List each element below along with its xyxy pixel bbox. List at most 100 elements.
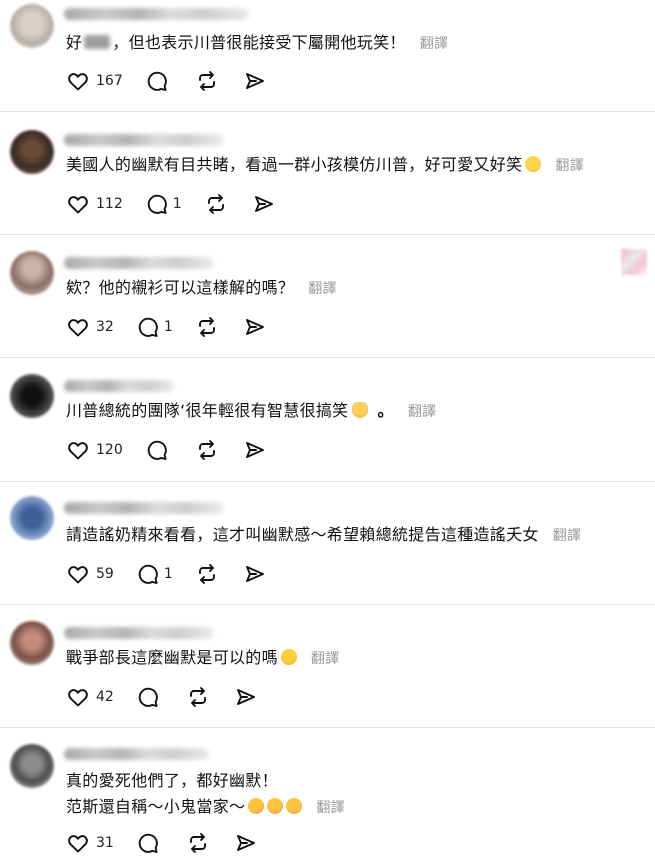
zany-face-emoji	[280, 649, 297, 665]
comment-actions: 31	[66, 830, 280, 856]
reply-icon	[138, 317, 158, 337]
reply-button[interactable]	[145, 438, 173, 462]
heart-icon	[68, 73, 88, 91]
repost-icon	[198, 71, 215, 91]
comment-item: 請造謠奶精來看看，這才叫幽默感～希望賴總統提告這種造謠夭女 翻譯 59 1	[0, 482, 655, 605]
comment-text-trail: 。	[377, 401, 394, 420]
comment-text-end: ，但也表示川普很能接受下屬開他玩笑！	[112, 33, 406, 52]
avatar[interactable]	[10, 621, 54, 665]
like-count: 112	[96, 196, 123, 212]
comment-text-body: 戰爭部長這麼幽默是可以的嗎	[66, 648, 278, 667]
repost-icon	[198, 440, 215, 460]
repost-button[interactable]	[204, 192, 228, 216]
send-icon	[245, 319, 264, 335]
avatar[interactable]	[10, 4, 54, 48]
comment-item: 真的愛死他們了，都好幽默！ 范斯還自稱～小鬼當家～ 翻譯 31	[0, 728, 655, 865]
share-button[interactable]	[243, 562, 267, 586]
send-icon	[245, 73, 264, 89]
username-blurred[interactable]	[64, 257, 214, 269]
username-blurred[interactable]	[64, 627, 214, 639]
repost-button[interactable]	[186, 831, 210, 855]
share-button[interactable]	[252, 192, 276, 216]
repost-button[interactable]	[195, 69, 219, 93]
comments-feed: 好，但也表示川普很能接受下屬開他玩笑！ 翻譯 167 美國人的幽默有目共睹，看過…	[0, 0, 655, 865]
comment-text-body: 請造謠奶精來看看，這才叫幽默感～希望賴總統提告這種造謠夭女	[66, 525, 539, 544]
like-button[interactable]: 120	[66, 438, 123, 462]
comment-text-body: 欸？他的襯衫可以這樣解的嗎？	[66, 278, 295, 297]
share-button[interactable]	[243, 438, 267, 462]
comment-item: 好 ，但也表示川普很能接受下屬開他玩笑！ 翻譯 167	[0, 0, 655, 112]
reply-icon	[147, 71, 167, 91]
avatar[interactable]	[10, 496, 54, 540]
share-button[interactable]	[234, 685, 258, 709]
like-button[interactable]: 167	[66, 69, 123, 93]
translate-link[interactable]: 翻譯	[311, 651, 340, 667]
reply-button[interactable]: 1	[136, 562, 173, 586]
username-blurred[interactable]	[64, 380, 174, 392]
repost-button[interactable]	[195, 315, 219, 339]
like-button[interactable]: 112	[66, 192, 123, 216]
repost-button[interactable]	[195, 438, 219, 462]
reply-button[interactable]: 1	[145, 192, 182, 216]
avatar[interactable]	[10, 251, 54, 295]
reply-icon	[138, 687, 158, 707]
heart-icon	[68, 835, 88, 853]
like-count: 59	[96, 566, 114, 582]
comment-actions: 167	[66, 68, 289, 94]
share-button[interactable]	[234, 831, 258, 855]
username-blurred[interactable]	[64, 8, 249, 20]
like-button[interactable]: 59	[66, 562, 114, 586]
like-count: 31	[96, 835, 114, 851]
repost-icon	[189, 687, 206, 707]
comment-text: 請造謠奶精來看看，這才叫幽默感～希望賴總統提告這種造謠夭女 翻譯	[66, 522, 635, 549]
share-button[interactable]	[243, 69, 267, 93]
comment-actions: 32 1	[66, 314, 289, 340]
redacted-word	[84, 35, 111, 49]
comment-text: 欸？他的襯衫可以這樣解的嗎？ 翻譯	[66, 275, 635, 302]
reply-button[interactable]	[145, 69, 173, 93]
username-blurred[interactable]	[64, 502, 224, 514]
media-thumbnail[interactable]	[621, 249, 647, 275]
reply-icon	[138, 564, 158, 584]
avatar[interactable]	[10, 744, 54, 788]
like-button[interactable]: 31	[66, 831, 114, 855]
comment-text-start: 好	[66, 33, 83, 52]
like-button[interactable]: 42	[66, 685, 114, 709]
comment-text-line2: 范斯還自稱～小鬼當家～	[66, 797, 246, 816]
avatar[interactable]	[10, 130, 54, 174]
comment-item: 欸？他的襯衫可以這樣解的嗎？ 翻譯 32 1	[0, 235, 655, 358]
reply-icon	[138, 833, 158, 853]
reply-button[interactable]: 1	[136, 315, 173, 339]
translate-link[interactable]: 翻譯	[553, 528, 582, 544]
comment-actions: 59 1	[66, 561, 289, 587]
comment-text: 川普總統的團隊‘很年輕很有智慧很搞笑 。翻譯	[66, 398, 635, 425]
folded-hands-emoji	[351, 402, 368, 418]
translate-link[interactable]: 翻譯	[308, 281, 337, 297]
avatar[interactable]	[10, 374, 54, 418]
reply-button[interactable]	[136, 831, 164, 855]
share-button[interactable]	[243, 315, 267, 339]
repost-button[interactable]	[195, 562, 219, 586]
send-icon	[245, 566, 264, 582]
username-blurred[interactable]	[64, 748, 209, 760]
translate-link[interactable]: 翻譯	[420, 36, 449, 52]
reply-button[interactable]	[136, 685, 164, 709]
username-blurred[interactable]	[64, 134, 224, 146]
repost-icon	[198, 317, 215, 337]
repost-icon	[207, 194, 224, 214]
comment-item: 美國人的幽默有目共睹，看過一群小孩模仿川普，好可愛又好笑 翻譯 112 1	[0, 112, 655, 235]
translate-link[interactable]: 翻譯	[316, 800, 345, 816]
repost-button[interactable]	[186, 685, 210, 709]
like-count: 42	[96, 689, 114, 705]
like-button[interactable]: 32	[66, 315, 114, 339]
translate-link[interactable]: 翻譯	[408, 404, 437, 420]
reply-count: 1	[172, 196, 182, 212]
heart-icon	[68, 319, 88, 337]
reply-icon	[147, 194, 167, 214]
comment-text-body: 川普總統的團隊‘很年輕很有智慧很搞笑	[66, 401, 349, 420]
send-icon	[236, 689, 255, 705]
kiss-emoji	[248, 798, 265, 814]
translate-link[interactable]: 翻譯	[555, 158, 584, 174]
like-count: 32	[96, 319, 114, 335]
comment-item: 川普總統的團隊‘很年輕很有智慧很搞笑 。翻譯 120	[0, 358, 655, 482]
